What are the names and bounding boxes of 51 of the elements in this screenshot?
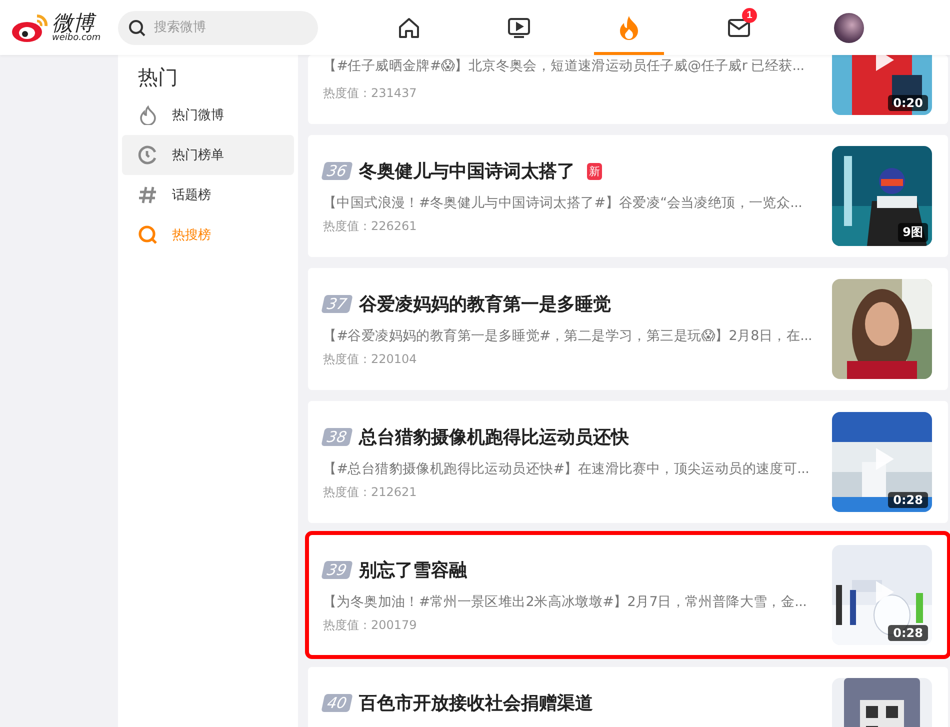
logo-icon: [10, 12, 50, 44]
rank-badge: 38: [321, 428, 353, 446]
flame-icon: [138, 105, 158, 125]
sidebar-title: 热门: [138, 64, 179, 91]
hot-topic-card[interactable]: 38 总台猎豹摄像机跑得比运动员还快 【#总台猎豹摄像机跑得比运动员还快#】在速滑比赛中，顶尖运动员的速度可... 热度值：212621 0:28: [308, 401, 948, 523]
video-duration: 0:28: [888, 625, 928, 641]
rank-badge: 40: [321, 694, 353, 712]
video-duration: 0:28: [888, 492, 928, 508]
heat-value: 热度值：212621: [323, 484, 418, 501]
topic-title: 总台猎豹摄像机跑得比运动员还快: [359, 426, 629, 449]
logo-name: 微博: [52, 12, 101, 34]
home-icon: [397, 16, 421, 40]
topic-title: 别忘了雪容融: [359, 559, 467, 582]
sidebar-item[interactable]: 热门微博: [122, 95, 294, 135]
heat-value: 热度值：200179: [323, 617, 418, 634]
search-field[interactable]: 搜索微博: [118, 10, 318, 44]
rank-badge: 37: [321, 295, 353, 313]
hot-topic-card[interactable]: 40 百色市开放接收社会捐赠渠道: [308, 667, 948, 727]
topic-title: 谷爱凌妈妈的教育第一是多睡觉: [359, 293, 611, 316]
avatar: [834, 12, 864, 42]
topic-excerpt: 【#总台猎豹摄像机跑得比运动员还快#】在速滑比赛中，顶尖运动员的速度可...: [323, 460, 810, 479]
video-duration: 0:20: [888, 95, 928, 111]
heat-value: 热度值：220104: [323, 351, 418, 368]
hot-topic-card[interactable]: 36 冬奥健儿与中国诗词太搭了 新 【中国式浪漫！#冬奥健儿与中国诗词太搭了#】谷爱凌“会当凌绝顶，一览众... 热度值：226261 9图: [308, 135, 948, 257]
topic-excerpt: 【#谷爱凌妈妈的教育第一是多睡觉#，第二是学习，第三是玩😱】2月8日，在...: [323, 327, 814, 346]
search-icon: [128, 18, 146, 36]
topic-excerpt: 【#任子威晒金牌#😱】北京冬奥会，短道速滑运动员任子威@任子威r 已经获...: [323, 57, 806, 76]
sidebar-item[interactable]: 话题榜: [122, 175, 294, 215]
heat-value: 热度值：231437: [323, 85, 418, 102]
search-input[interactable]: 搜索微博: [152, 19, 306, 36]
new-tag: 新: [587, 162, 602, 180]
hot-topic-card[interactable]: 【#任子威晒金牌#😱】北京冬奥会，短道速滑运动员任子威@任子威r 已经获... 热度值：231437 0:20: [308, 55, 948, 124]
clock-icon: [138, 145, 158, 165]
unread-badge: 1: [742, 8, 757, 23]
topic-excerpt: 【中国式浪漫！#冬奥健儿与中国诗词太搭了#】谷爱凌“会当凌绝顶，一览众...: [323, 194, 804, 213]
hot-topic-card[interactable]: 39 别忘了雪容融 【为冬奥加油！#常州一景区堆出2米高冰墩墩#】2月7日，常州普降大雪，金... 热度值：200179 0:28: [308, 534, 948, 656]
hash-icon: [138, 185, 158, 205]
mail-tab[interactable]: 1: [704, 0, 774, 55]
rank-badge: 39: [321, 561, 353, 579]
video-icon: [507, 16, 531, 40]
topic-excerpt: 【为冬奥加油！#常州一景区堆出2米高冰墩墩#】2月7日，常州普降大雪，金...: [323, 593, 808, 612]
hot-topic-card[interactable]: 37 谷爱凌妈妈的教育第一是多睡觉 【#谷爱凌妈妈的教育第一是多睡觉#，第二是学习，第三是玩😱】2月8日，在... 热度值：220104: [308, 268, 948, 390]
image-count: 9图: [898, 223, 928, 242]
heat-value: 热度值：226261: [323, 218, 418, 235]
fire-icon: [618, 14, 640, 40]
search-icon: [138, 225, 158, 245]
logo-domain: weibo.com: [52, 34, 101, 42]
sidebar-item[interactable]: 热门榜单: [122, 135, 294, 175]
topic-title: 冬奥健儿与中国诗词太搭了: [359, 160, 575, 183]
topic-title: 百色市开放接收社会捐赠渠道: [359, 692, 593, 715]
rank-badge: 36: [321, 162, 353, 180]
